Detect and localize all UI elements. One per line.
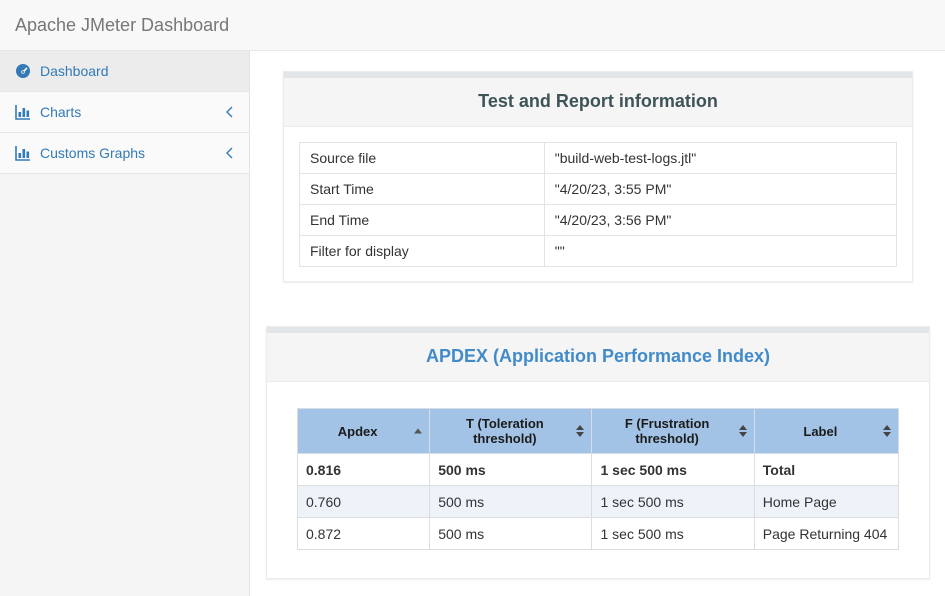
label-value: Total — [754, 454, 898, 486]
apdex-row-page-404: 0.872 500 ms 1 sec 500 ms Page Returning… — [298, 518, 899, 550]
sort-both-icon — [883, 425, 891, 437]
chevron-left-icon[interactable] — [224, 105, 234, 119]
sidebar-item-dashboard[interactable]: Dashboard — [0, 51, 249, 92]
sidebar-item-label: Charts — [40, 104, 81, 120]
table-row: Filter for display "" — [300, 236, 897, 267]
column-header-apdex[interactable]: Apdex — [298, 409, 430, 454]
sort-both-icon — [739, 425, 747, 437]
panel-title: APDEX (Application Performance Index) — [282, 346, 914, 367]
sort-asc-icon — [414, 429, 422, 434]
panel-heading: APDEX (Application Performance Index) — [267, 333, 929, 382]
column-header-toleration[interactable]: T (Toleration threshold) — [430, 409, 592, 454]
column-header-frustration[interactable]: F (Frustration threshold) — [592, 409, 754, 454]
bar-chart-icon — [15, 105, 33, 120]
sidebar-item-charts[interactable]: Charts — [0, 92, 249, 133]
sidebar-item-label: Dashboard — [40, 63, 109, 79]
bar-chart-icon — [15, 146, 33, 161]
tachometer-icon — [15, 64, 33, 79]
info-value: "" — [544, 236, 896, 267]
table-row: Start Time "4/20/23, 3:55 PM" — [300, 174, 897, 205]
apdex-value: 0.760 — [298, 486, 430, 518]
toleration-value: 500 ms — [430, 486, 592, 518]
apdex-row-home-page: 0.760 500 ms 1 sec 500 ms Home Page — [298, 486, 899, 518]
apdex-value: 0.816 — [298, 454, 430, 486]
table-row: End Time "4/20/23, 3:56 PM" — [300, 205, 897, 236]
chevron-left-icon[interactable] — [224, 146, 234, 160]
apdex-row-total: 0.816 500 ms 1 sec 500 ms Total — [298, 454, 899, 486]
test-report-info-table: Source file "build-web-test-logs.jtl" St… — [299, 142, 897, 267]
info-value: "build-web-test-logs.jtl" — [544, 143, 896, 174]
column-header-label[interactable]: Label — [754, 409, 898, 454]
frustration-value: 1 sec 500 ms — [592, 454, 754, 486]
sidebar: Dashboard Charts — [0, 51, 250, 596]
app-title: Apache JMeter Dashboard — [15, 15, 229, 36]
sidebar-item-customs-graphs[interactable]: Customs Graphs — [0, 133, 249, 174]
panel-body: Apdex T (Toleration threshold) F (Frustr… — [267, 382, 929, 578]
main-content: Test and Report information Source file … — [250, 51, 945, 596]
sidebar-item-label: Customs Graphs — [40, 145, 145, 161]
panel-heading: Test and Report information — [284, 78, 912, 127]
sort-both-icon — [576, 425, 584, 437]
panel-title: Test and Report information — [299, 91, 897, 112]
frustration-value: 1 sec 500 ms — [592, 486, 754, 518]
frustration-value: 1 sec 500 ms — [592, 518, 754, 550]
info-value: "4/20/23, 3:56 PM" — [544, 205, 896, 236]
info-value: "4/20/23, 3:55 PM" — [544, 174, 896, 205]
panel-body: Source file "build-web-test-logs.jtl" St… — [284, 127, 912, 281]
apdex-panel: APDEX (Application Performance Index) Ap… — [266, 326, 930, 579]
apdex-header-row: Apdex T (Toleration threshold) F (Frustr… — [298, 409, 899, 454]
apdex-table: Apdex T (Toleration threshold) F (Frustr… — [297, 408, 899, 550]
test-report-info-panel: Test and Report information Source file … — [283, 71, 913, 282]
toleration-value: 500 ms — [430, 518, 592, 550]
apdex-value: 0.872 — [298, 518, 430, 550]
info-label: End Time — [300, 205, 545, 236]
table-row: Source file "build-web-test-logs.jtl" — [300, 143, 897, 174]
toleration-value: 500 ms — [430, 454, 592, 486]
info-label: Source file — [300, 143, 545, 174]
label-value: Home Page — [754, 486, 898, 518]
top-navbar: Apache JMeter Dashboard — [0, 0, 945, 51]
info-label: Start Time — [300, 174, 545, 205]
label-value: Page Returning 404 — [754, 518, 898, 550]
info-label: Filter for display — [300, 236, 545, 267]
